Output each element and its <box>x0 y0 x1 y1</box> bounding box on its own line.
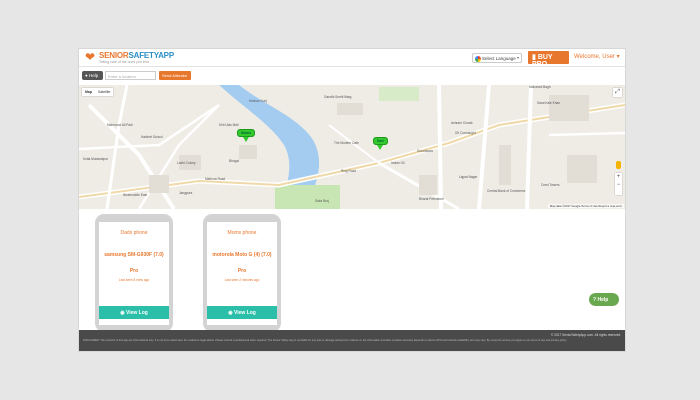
road <box>437 85 443 209</box>
device-last-seen: Last seen 2 minutes ago <box>224 278 260 282</box>
marker-pointer-icon <box>377 145 384 150</box>
map-label: Mathura Road <box>205 177 226 181</box>
map-label: Sabz Burj <box>315 199 329 203</box>
device-name: Dads phone <box>120 230 148 236</box>
help-button[interactable]: ? Help <box>589 293 619 306</box>
map-label: Nizamuddin East <box>123 193 148 197</box>
marker-pointer-icon <box>243 137 250 142</box>
map-label: Crest Towers <box>541 183 560 187</box>
view-log-label: View Log <box>125 309 148 316</box>
map-label: Maharani Bagh <box>529 85 551 89</box>
disclaimer-text: DISCLAIMER: The contents of this app are… <box>83 339 567 342</box>
view-log-label: View Log <box>233 309 256 316</box>
chevron-down-icon: ▾ <box>616 54 620 60</box>
fullscreen-icon[interactable]: ⤢ <box>613 88 622 97</box>
street-view-pegman-icon[interactable] <box>616 161 621 169</box>
zoom-in-icon[interactable]: + <box>615 173 622 181</box>
road <box>525 85 533 209</box>
device-plan: Pro <box>129 268 139 274</box>
view-log-button[interactable]: ◉ View Log <box>207 306 277 319</box>
map-toolbar: ● Help Enter a location Send Airbrake <box>79 68 625 84</box>
map[interactable]: Keshav Kunj Gandhi Smriti Marg Mahmood A… <box>79 85 625 209</box>
building <box>337 103 363 115</box>
map-type-map[interactable]: Map <box>82 88 95 96</box>
park-area <box>379 87 419 101</box>
buy-pro-button[interactable]: ▮ BUY PRO <box>528 51 569 68</box>
device-card: Dads phone samsung SM-G930F (7.0) Pro La… <box>95 214 173 332</box>
app-logo[interactable]: SENIORSAFETYAPP <box>99 51 174 60</box>
map-label: Mahmood Ali Park <box>107 123 133 127</box>
marker-label: Moms <box>237 129 256 137</box>
header: ❤ SENIORSAFETYAPP Taking care of the one… <box>79 49 625 68</box>
eye-icon: ◉ <box>120 309 125 316</box>
google-icon <box>475 55 481 62</box>
question-icon: ? <box>593 296 597 303</box>
map-marker-moms[interactable]: Moms <box>237 129 256 142</box>
device-screen: Moms phone motorola Moto G (4) (7.0) Pro… <box>207 222 277 325</box>
heart-logo-icon: ❤ <box>85 50 96 64</box>
logo-tagline: Taking care of the ones you love <box>99 60 150 64</box>
zoom-control: + − <box>615 173 622 195</box>
park-area <box>275 185 340 209</box>
building <box>567 155 597 183</box>
device-plan: Pro <box>237 268 247 274</box>
user-menu[interactable]: Welcome, User ▾ <box>574 53 620 60</box>
device-model: samsung SM-G930F (7.0) <box>104 252 164 258</box>
building <box>419 175 437 195</box>
eye-icon: ◉ <box>228 309 233 316</box>
map-marker-dad[interactable]: Dad <box>373 137 388 150</box>
app-frame: ❤ SENIORSAFETYAPP Taking care of the one… <box>78 48 626 352</box>
view-log-button[interactable]: ◉ View Log <box>99 306 169 319</box>
road <box>548 131 625 137</box>
map-label: Indian Oil <box>391 161 405 165</box>
device-card: Moms phone motorola Moto G (4) (7.0) Pro… <box>203 214 281 332</box>
map-credit: Map data ©2017 Google Terms of Use Repor… <box>547 204 624 208</box>
map-label: IGI Connaught <box>455 131 476 135</box>
map-label: Ashram Chowk <box>451 121 473 125</box>
map-type-satellite[interactable]: Satellite <box>95 88 113 96</box>
device-screen: Dads phone samsung SM-G930F (7.0) Pro La… <box>99 222 169 325</box>
help-label: Help <box>88 73 99 78</box>
cart-icon: ▮ <box>532 54 536 61</box>
device-last-seen: Last seen 8 mins ago <box>118 278 150 282</box>
map-label: Bharat Petroleum <box>419 197 444 201</box>
map-label: Sarai Kale Khan <box>537 101 561 105</box>
language-select[interactable]: Select Language ▾ <box>472 53 522 63</box>
send-airbrake-button[interactable]: Send Airbrake <box>159 71 191 80</box>
logo-text-right: SAFETYAPP <box>128 51 174 60</box>
map-label: Hatchet School <box>141 135 163 139</box>
map-label: Lajpat Nagar <box>459 175 478 179</box>
language-select-label: Select Language <box>482 56 516 61</box>
map-label: Gandhi Smriti Marg <box>324 95 352 99</box>
building <box>239 145 257 159</box>
device-name: Moms phone <box>227 230 257 236</box>
welcome-text: Welcome, User <box>574 54 615 60</box>
map-label: Jangpura <box>179 191 193 195</box>
map-label: The Modern Cafe <box>334 141 359 145</box>
map-label: Ring Road <box>341 169 357 173</box>
building <box>499 145 511 185</box>
map-label: Gurudwara <box>417 149 433 153</box>
map-type-control: Map Satellite <box>82 88 114 96</box>
map-label: Kotla Mubarakpur <box>83 157 109 161</box>
logo-text-left: SENIOR <box>99 51 129 60</box>
chevron-down-icon: ▾ <box>516 55 519 60</box>
marker-label: Dad <box>373 137 388 145</box>
building <box>149 175 169 193</box>
device-model: motorola Moto G (4) (7.0) <box>212 252 272 258</box>
zoom-out-icon[interactable]: − <box>615 181 622 189</box>
map-label: Keshav Kunj <box>249 99 267 103</box>
building <box>549 95 589 121</box>
map-label: Lodhi Colony <box>177 161 196 165</box>
copyright-text: © 2017 SeniorSafetyApp.com. All rights r… <box>550 333 621 337</box>
question-icon: ● <box>85 73 88 78</box>
map-label: Kirti Ulas Mall <box>219 123 239 127</box>
help-button-label: Help <box>597 296 609 303</box>
footer: © 2017 SeniorSafetyApp.com. All rights r… <box>79 330 625 351</box>
map-label: Central Bank of Commerce <box>487 189 526 193</box>
location-search-input[interactable]: Enter a location <box>105 71 156 80</box>
help-button-small[interactable]: ● Help <box>82 71 103 80</box>
map-label: Bhogal <box>229 159 239 163</box>
buy-pro-label: BUY PRO <box>532 54 553 68</box>
